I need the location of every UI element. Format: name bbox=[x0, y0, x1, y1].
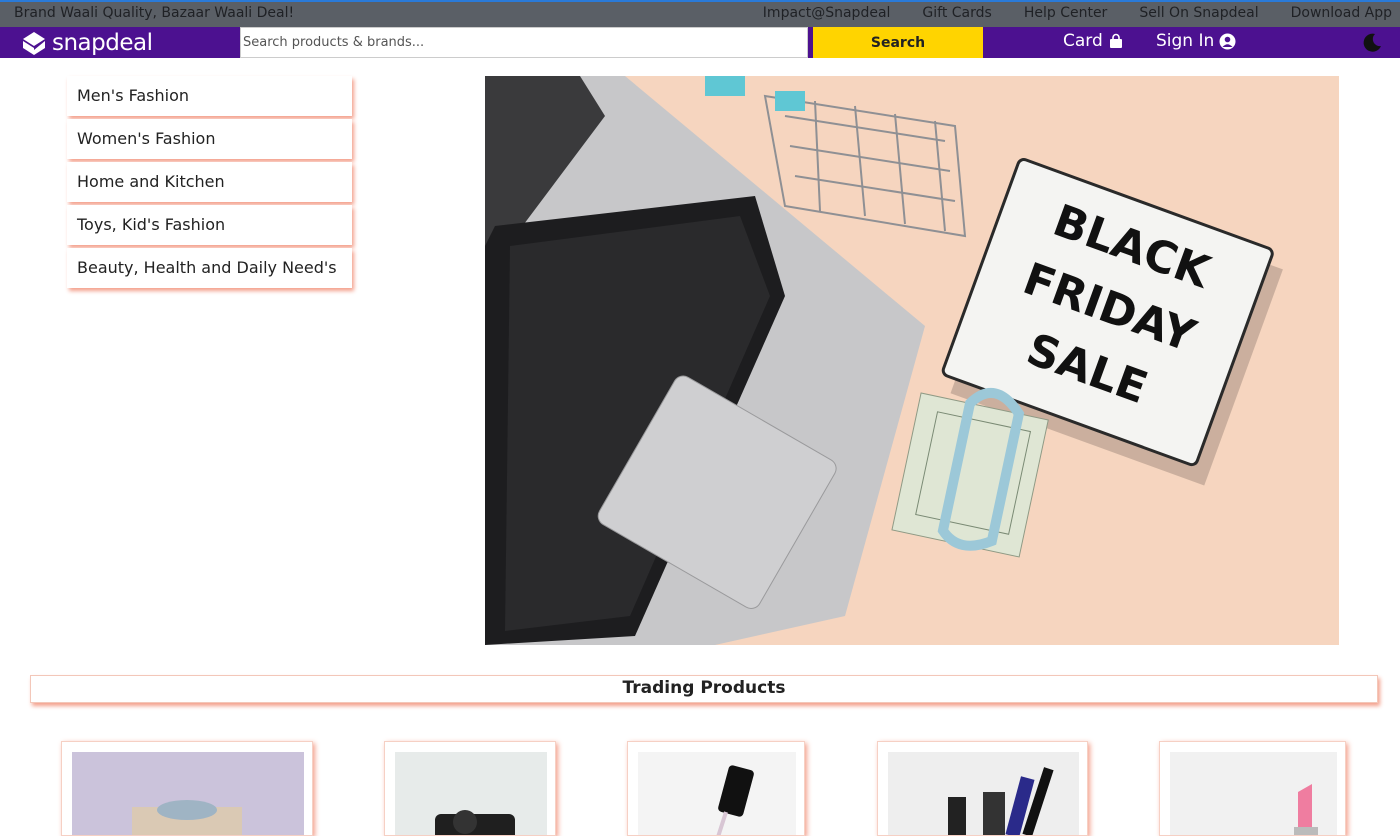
link-impact[interactable]: Impact@Snapdeal bbox=[763, 5, 891, 21]
product-image bbox=[72, 752, 304, 835]
product-card[interactable] bbox=[1159, 741, 1346, 836]
trending-heading: Trading Products bbox=[30, 675, 1378, 703]
hero-image: BLACK FRIDAY SALE bbox=[485, 76, 1339, 645]
logo-mark-icon bbox=[23, 31, 45, 55]
cart-label: Card bbox=[1063, 31, 1103, 51]
product-card[interactable] bbox=[384, 741, 556, 836]
category-home-kitchen[interactable]: Home and Kitchen bbox=[67, 162, 352, 202]
product-image bbox=[395, 752, 547, 835]
link-help-center[interactable]: Help Center bbox=[1024, 5, 1108, 21]
top-info-bar: Brand Waali Quality, Bazaar Waali Deal! … bbox=[0, 0, 1400, 27]
product-card[interactable] bbox=[877, 741, 1088, 836]
search-button[interactable]: Search bbox=[813, 27, 983, 58]
category-beauty-health[interactable]: Beauty, Health and Daily Need's bbox=[67, 248, 352, 288]
category-menu: Men's Fashion Women's Fashion Home and K… bbox=[67, 76, 352, 291]
main-navbar: snapdeal Search Card Sign In bbox=[0, 27, 1400, 58]
search-input[interactable] bbox=[240, 27, 808, 58]
logo[interactable]: snapdeal bbox=[20, 28, 153, 57]
tagline: Brand Waali Quality, Bazaar Waali Deal! bbox=[14, 5, 295, 21]
signin-label: Sign In bbox=[1156, 31, 1215, 51]
cart-button[interactable]: Card bbox=[1063, 31, 1124, 51]
top-links: Impact@Snapdeal Gift Cards Help Center S… bbox=[731, 5, 1392, 21]
product-image bbox=[1170, 752, 1337, 835]
product-image bbox=[638, 752, 796, 835]
category-mens-fashion[interactable]: Men's Fashion bbox=[67, 76, 352, 116]
logo-text: snapdeal bbox=[52, 29, 153, 56]
moon-icon[interactable] bbox=[1360, 31, 1384, 55]
product-image bbox=[888, 752, 1079, 835]
link-sell-on-snapdeal[interactable]: Sell On Snapdeal bbox=[1139, 5, 1258, 21]
link-download-app[interactable]: Download App bbox=[1291, 5, 1392, 21]
category-womens-fashion[interactable]: Women's Fashion bbox=[67, 119, 352, 159]
shopping-bag-icon bbox=[1109, 33, 1122, 48]
link-gift-cards[interactable]: Gift Cards bbox=[922, 5, 991, 21]
product-card[interactable] bbox=[61, 741, 313, 836]
user-circle-icon bbox=[1219, 33, 1236, 49]
signin-button[interactable]: Sign In bbox=[1156, 31, 1236, 51]
product-card[interactable] bbox=[627, 741, 805, 836]
category-toys-kids[interactable]: Toys, Kid's Fashion bbox=[67, 205, 352, 245]
hero-banner[interactable]: BLACK FRIDAY SALE bbox=[485, 76, 1339, 645]
